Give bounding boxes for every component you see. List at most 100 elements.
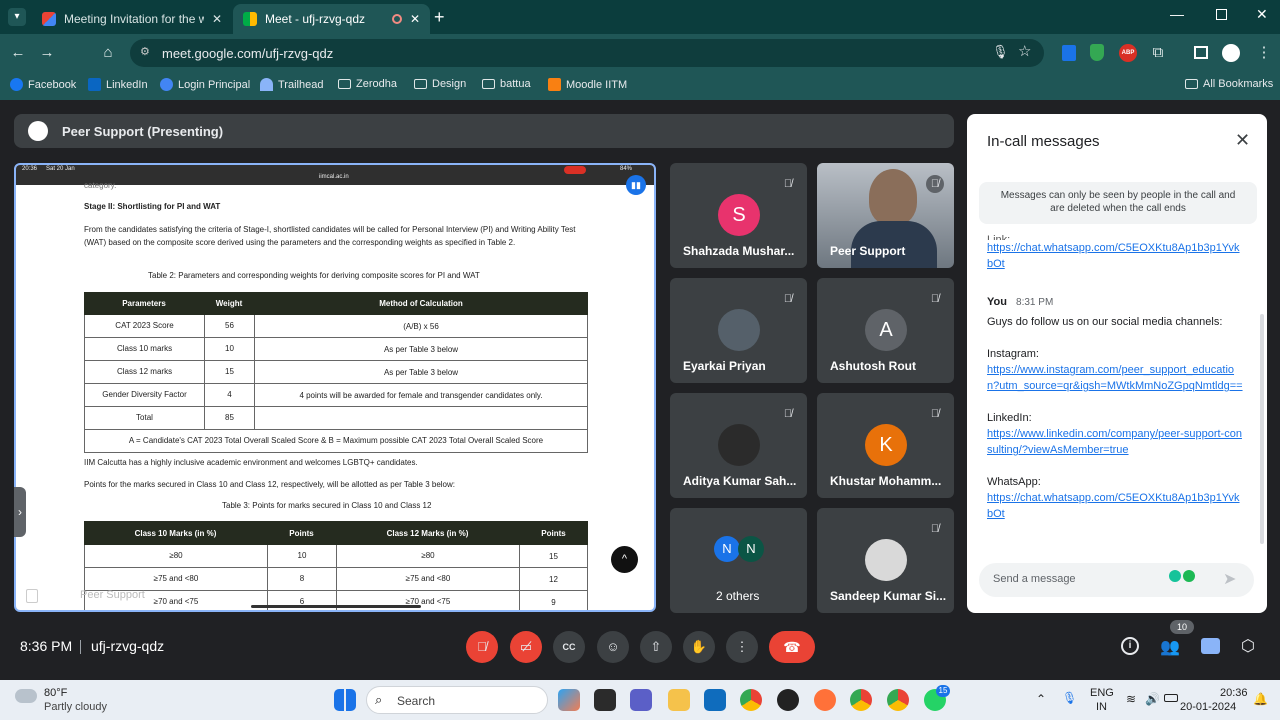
minimize-button[interactable]: — (1170, 6, 1184, 22)
site-info-icon[interactable]: ⚙ (140, 45, 150, 58)
linkedin-link[interactable]: https://www.linkedin.com/company/peer-su… (987, 426, 1245, 458)
wifi-icon[interactable]: ≋ (1126, 692, 1136, 706)
microphone-icon[interactable]: 🎙 (1062, 691, 1077, 705)
people-icon[interactable]: 👥 (1160, 637, 1180, 657)
store-icon[interactable] (704, 689, 726, 711)
whatsapp-link-top[interactable]: https://chat.whatsapp.com/C5EOXKtu8Ap1b3… (987, 240, 1245, 272)
meeting-info-icon[interactable]: i (1121, 637, 1139, 655)
back-icon[interactable]: ← (8, 43, 28, 63)
forward-icon[interactable]: → (37, 43, 57, 63)
chat-scrollbar[interactable] (1260, 314, 1264, 544)
teams-chat-icon[interactable] (630, 689, 652, 711)
task-view-icon[interactable] (594, 689, 616, 711)
participant-name: Eyarkai Priyan (683, 359, 766, 373)
chrome-icon[interactable] (740, 689, 762, 711)
raise-hand-button[interactable]: ✋ (683, 631, 715, 663)
participant-tile-video[interactable]: 🎙̸ Peer Support (817, 163, 954, 268)
table-cell: Class 12 marks (85, 361, 205, 383)
tab-title: Meet - ufj-rzvg-qdz (265, 12, 366, 26)
bookmark-moodle[interactable]: Moodle IITM (548, 78, 627, 91)
table-row: Total 85 (84, 407, 588, 430)
camera-toggle-button[interactable]: ▭̸ (510, 631, 542, 663)
message-input[interactable]: Send a message ➤ (979, 563, 1254, 597)
extension-shield-icon[interactable] (1090, 44, 1104, 61)
battery-icon[interactable] (1164, 694, 1178, 702)
presenter-avatar (28, 121, 48, 141)
microphone-icon[interactable]: 🎙 (992, 44, 1009, 60)
dell-icon[interactable] (777, 689, 799, 711)
extension-sheets-icon[interactable] (1062, 45, 1076, 61)
side-panel-icon[interactable] (1194, 46, 1208, 59)
participant-tile[interactable]: S 🎙̸ Shahzada Mushar... (670, 163, 807, 268)
clock-time[interactable]: 20:36 (1220, 687, 1248, 699)
chevron-up-icon[interactable]: ⌃ (1036, 692, 1046, 706)
others-tile[interactable]: N N 2 others (670, 508, 807, 613)
menu-kebab-icon[interactable]: ⋮ (1254, 43, 1274, 63)
mic-toggle-button[interactable]: 🎙̸ (466, 631, 498, 663)
bookmark-login-principal[interactable]: Login Principal (160, 78, 250, 91)
address-bar[interactable]: ⚙ meet.google.com/ufj-rzvg-qdz 🎙 ☆ (130, 39, 1044, 67)
close-icon[interactable]: ✕ (410, 12, 420, 26)
chat-icon[interactable] (1201, 638, 1220, 654)
emoji-button[interactable]: ☺ (597, 631, 629, 663)
maximize-button[interactable] (1216, 9, 1227, 20)
chat-messages: Link: https://chat.whatsapp.com/C5EOXKtu… (987, 232, 1245, 532)
home-icon[interactable]: ⌂ (98, 43, 118, 63)
close-icon[interactable]: ✕ (212, 12, 222, 26)
leave-call-button[interactable]: ☎ (769, 631, 815, 663)
lang-line1[interactable]: ENG (1090, 687, 1114, 699)
participant-tile[interactable]: 🎙̸ Sandeep Kumar Si... (817, 508, 954, 613)
new-tab-button[interactable]: + (434, 7, 445, 28)
table-cell: As per Table 3 below (383, 367, 459, 377)
chrome-profile-icon[interactable] (850, 689, 872, 711)
tab-meet[interactable]: Meet - ufj-rzvg-qdz ✕ (233, 4, 430, 34)
bookmark-trailhead[interactable]: Trailhead (260, 78, 323, 91)
activities-icon[interactable]: ⬡ (1241, 636, 1255, 656)
scroll-top-button[interactable]: ^ (611, 546, 638, 573)
mic-off-icon: 🎙̸ (926, 175, 944, 193)
firefox-icon[interactable] (814, 689, 836, 711)
tab-search-button[interactable]: ▾ (8, 8, 26, 26)
present-button[interactable]: ⇧ (640, 631, 672, 663)
all-bookmarks[interactable]: All Bookmarks (1185, 78, 1273, 90)
adblock-icon[interactable]: ABP (1119, 44, 1137, 62)
close-window-button[interactable]: ✕ (1256, 6, 1268, 23)
notification-bell-icon[interactable]: 🔔 (1253, 692, 1268, 706)
bookmark-linkedin[interactable]: LinkedIn (88, 78, 148, 91)
bookmark-label: Moodle IITM (566, 78, 628, 91)
bookmark-zerodha[interactable]: Zerodha (338, 78, 397, 90)
bookmark-facebook[interactable]: Facebook (10, 78, 76, 91)
lang-line2[interactable]: IN (1096, 701, 1107, 713)
participant-tile[interactable]: A 🎙̸ Ashutosh Rout (817, 278, 954, 383)
pin-button[interactable]: ▮▮ (626, 175, 646, 195)
recording-icon (391, 14, 402, 24)
bookmark-star-icon[interactable]: ☆ (1018, 42, 1031, 60)
bookmark-label: battua (500, 78, 531, 90)
whatsapp-link[interactable]: https://chat.whatsapp.com/C5EOXKtu8Ap1b3… (987, 490, 1245, 522)
captions-button[interactable]: CC (553, 631, 585, 663)
windows-start-icon[interactable] (334, 689, 356, 711)
copilot-icon[interactable] (558, 689, 580, 711)
taskbar-search[interactable]: ⌕ Search (366, 686, 548, 714)
profile-avatar[interactable] (1222, 44, 1240, 62)
participant-name: 2 others (716, 589, 760, 603)
file-explorer-icon[interactable] (668, 689, 690, 711)
tab-gmail[interactable]: Meeting Invitation for the webi ✕ (32, 4, 232, 34)
trailhead-icon (260, 78, 273, 91)
clock-date[interactable]: 20-01-2024 (1180, 701, 1236, 713)
close-icon[interactable]: ✕ (1235, 130, 1250, 151)
more-options-button[interactable]: ⋮ (726, 631, 758, 663)
extensions-puzzle-icon[interactable]: ⧉ (1148, 43, 1168, 63)
participant-tile[interactable]: K 🎙̸ Khustar Mohamm... (817, 393, 954, 498)
bookmark-battua[interactable]: battua (482, 78, 531, 90)
table-cell: 8 (268, 568, 337, 590)
send-icon[interactable]: ➤ (1223, 569, 1236, 589)
participant-tile[interactable]: 🎙̸ Aditya Kumar Sah... (670, 393, 807, 498)
chrome-profile2-icon[interactable] (887, 689, 909, 711)
instagram-link[interactable]: https://www.instagram.com/peer_support_e… (987, 362, 1245, 394)
expand-side-handle[interactable]: › (14, 487, 26, 537)
participant-tile[interactable]: 🎙̸ Eyarkai Priyan (670, 278, 807, 383)
table-row: Class 10 marks 10 As per Table 3 below (84, 338, 588, 361)
bookmark-design[interactable]: Design (414, 78, 466, 90)
volume-icon[interactable]: 🔊 (1145, 692, 1160, 706)
